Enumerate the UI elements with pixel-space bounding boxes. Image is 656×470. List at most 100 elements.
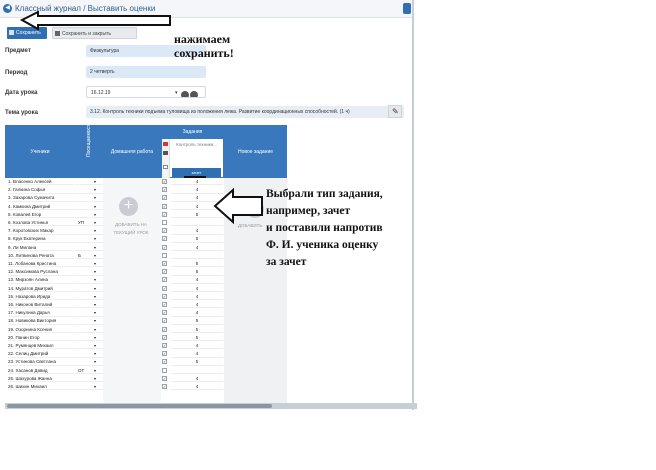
dropdown-icon[interactable]: ▾ (94, 194, 96, 201)
grade-cell[interactable]: 4 (171, 342, 223, 350)
dropdown-icon[interactable]: ▾ (94, 276, 96, 283)
presence-select[interactable]: ▾ (75, 375, 103, 383)
date-field[interactable]: 16.12.19 ▾ (86, 86, 206, 98)
dropdown-icon[interactable]: ▾ (94, 342, 96, 349)
presence-select[interactable]: ▾ (75, 203, 103, 210)
presence-select[interactable]: ▾ (75, 260, 103, 268)
grade-cell[interactable]: 5 (171, 268, 223, 276)
dropdown-icon[interactable]: ▾ (94, 367, 96, 374)
task-checkbox[interactable]: ✓ (162, 244, 167, 250)
task-checkbox[interactable]: ✓ (162, 326, 167, 332)
notification-icon[interactable] (403, 3, 411, 14)
horizontal-scrollbar[interactable] (5, 403, 417, 409)
dropdown-icon[interactable]: ▾ (94, 260, 96, 267)
presence-select[interactable]: УП ▾ (75, 219, 103, 227)
task-checkbox[interactable] (162, 252, 167, 258)
presence-select[interactable]: ▾ (75, 301, 103, 309)
grade-cell[interactable]: 4 (171, 375, 223, 383)
presence-select[interactable]: ▾ (75, 268, 103, 276)
grade-cell[interactable]: 4 (171, 178, 223, 186)
grade-cell[interactable]: 5 (171, 211, 223, 219)
task-checkbox[interactable] (162, 220, 167, 225)
dropdown-icon[interactable]: ▾ (94, 186, 96, 193)
select-all-checkbox[interactable] (163, 165, 168, 169)
presence-select[interactable]: ▾ (75, 235, 103, 243)
presence-select[interactable]: ▾ (75, 227, 103, 235)
presence-select[interactable]: ▾ (75, 317, 103, 325)
presence-select[interactable]: ▾ (75, 244, 103, 251)
dropdown-icon[interactable]: ▾ (94, 203, 96, 210)
task-checkbox[interactable]: ✓ (162, 375, 167, 381)
grade-cell[interactable] (171, 219, 223, 227)
grade-cell[interactable]: 5 (171, 260, 223, 268)
next-date-icon[interactable] (190, 90, 198, 97)
grade-cell[interactable]: 4 (171, 285, 223, 292)
date-dropdown-icon[interactable]: ▾ (175, 87, 178, 97)
grade-cell[interactable]: 5 (171, 317, 223, 325)
task-checkbox[interactable]: ✓ (162, 277, 167, 283)
presence-select[interactable]: ▾ (75, 326, 103, 333)
edit-icon[interactable] (163, 151, 168, 155)
grade-cell[interactable]: 4 (171, 350, 223, 358)
presence-select[interactable]: ▾ (75, 276, 103, 284)
presence-select[interactable]: ▾ (75, 383, 103, 391)
save-and-close-button[interactable]: Сохранить и закрыть (52, 27, 137, 39)
dropdown-icon[interactable]: ▾ (94, 285, 96, 292)
grade-cell[interactable] (171, 252, 223, 260)
grade-cell[interactable]: 4 (171, 194, 223, 202)
dropdown-icon[interactable]: ▾ (94, 244, 96, 251)
task-checkbox[interactable]: ✓ (162, 211, 167, 217)
task-checkbox[interactable]: ✓ (162, 351, 167, 357)
grade-cell[interactable]: 4 (171, 309, 223, 317)
dropdown-icon[interactable]: ▾ (94, 301, 96, 308)
grade-cell[interactable]: 4 (171, 293, 223, 301)
task-checkbox[interactable]: ✓ (162, 384, 167, 389)
dropdown-icon[interactable]: ▾ (94, 317, 96, 324)
presence-select[interactable]: ▾ (75, 293, 103, 301)
period-field[interactable]: 2 четверть (86, 66, 206, 78)
task-checkbox[interactable]: ✓ (162, 228, 167, 234)
task-checkbox[interactable]: ✓ (162, 302, 167, 307)
task-checkbox[interactable]: ✓ (162, 334, 167, 340)
dropdown-icon[interactable]: ▾ (94, 252, 96, 259)
scrollbar-thumb[interactable] (7, 404, 272, 408)
presence-select[interactable]: ▾ (75, 309, 103, 317)
presence-select[interactable]: ОТ ▾ (75, 367, 103, 374)
grade-cell[interactable]: 5 (171, 235, 223, 243)
grade-cell[interactable]: 4 (171, 203, 223, 210)
dropdown-icon[interactable]: ▾ (94, 334, 96, 341)
grade-cell[interactable]: 4 (171, 383, 223, 391)
grade-cell[interactable]: 4 (171, 244, 223, 251)
presence-select[interactable]: ▾ (75, 186, 103, 194)
task-checkbox[interactable]: ✓ (162, 179, 167, 184)
task-checkbox[interactable]: ✓ (162, 203, 167, 209)
presence-select[interactable]: ▾ (75, 342, 103, 350)
presence-select[interactable]: ▾ (75, 211, 103, 219)
task-checkbox[interactable]: ✓ (162, 310, 167, 316)
dropdown-icon[interactable]: ▾ (94, 178, 96, 185)
task-checkbox[interactable]: ✓ (162, 359, 167, 365)
grade-cell[interactable]: 5 (171, 326, 223, 333)
task-checkbox[interactable]: ✓ (162, 293, 167, 299)
dropdown-icon[interactable]: ▾ (94, 293, 96, 300)
dropdown-icon[interactable]: ▾ (94, 326, 96, 333)
task-name[interactable]: Контроль техники... (172, 142, 221, 147)
presence-select[interactable]: ▾ (75, 350, 103, 358)
presence-select[interactable]: ▾ (75, 334, 103, 342)
task-checkbox[interactable]: ✓ (162, 195, 167, 201)
task-checkbox[interactable]: ✓ (162, 269, 167, 275)
dropdown-icon[interactable]: ▾ (94, 268, 96, 275)
presence-select[interactable]: ▾ (75, 358, 103, 366)
grade-cell[interactable]: 4 (171, 276, 223, 284)
grade-cell[interactable] (171, 367, 223, 374)
dropdown-icon[interactable]: ▾ (94, 350, 96, 357)
presence-select[interactable]: ▾ (75, 178, 103, 186)
task-checkbox[interactable]: ✓ (162, 261, 167, 266)
dropdown-icon[interactable]: ▾ (94, 375, 96, 382)
presence-select[interactable]: ▾ (75, 194, 103, 202)
dropdown-icon[interactable]: ▾ (94, 383, 96, 390)
prev-date-icon[interactable] (181, 90, 189, 97)
close-icon[interactable] (163, 142, 168, 146)
grade-cell[interactable]: 5 (171, 334, 223, 342)
edit-topic-button[interactable]: ✎ (388, 105, 402, 118)
